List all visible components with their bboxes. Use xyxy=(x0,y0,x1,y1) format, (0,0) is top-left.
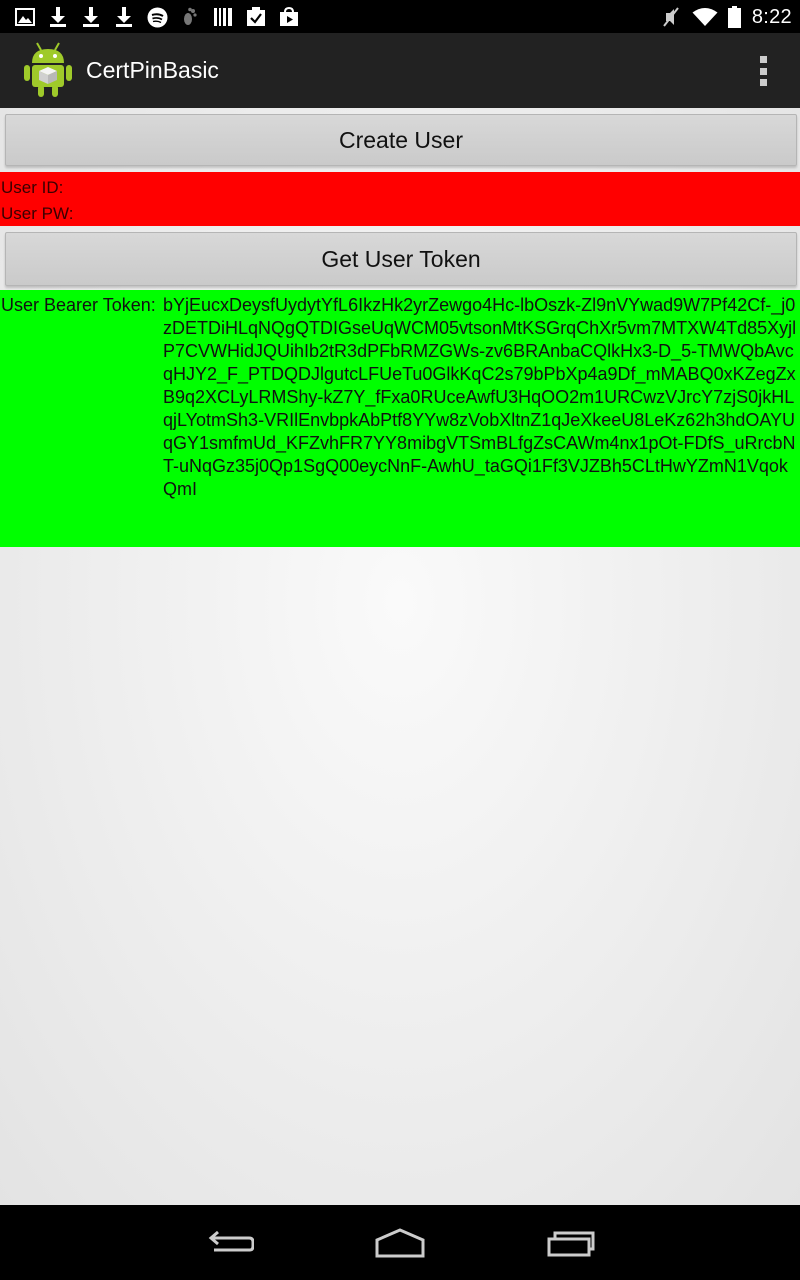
mute-icon xyxy=(660,6,682,28)
status-clock: 8:22 xyxy=(751,5,792,28)
wifi-icon xyxy=(692,6,718,28)
token-panel: User Bearer Token: bYjEucxDeysfUydytYfL6… xyxy=(0,290,800,547)
spotify-icon xyxy=(146,6,168,28)
clipboard-check-icon xyxy=(245,6,267,28)
token-value: bYjEucxDeysfUydytYfL6IkzHk2yrZewgo4Hc-lb… xyxy=(163,295,797,499)
download-icon xyxy=(113,6,135,28)
user-id-label: User ID: xyxy=(1,178,64,197)
token-label: User Bearer Token: xyxy=(1,295,156,315)
system-icons: 8:22 xyxy=(660,4,792,30)
app-title: CertPinBasic xyxy=(86,57,219,83)
footprint-icon xyxy=(179,6,201,28)
create-user-button[interactable]: Create User xyxy=(5,114,797,166)
barcode-icon xyxy=(212,6,234,28)
play-store-icon xyxy=(278,6,300,28)
download-icon xyxy=(47,6,69,28)
download-icon xyxy=(80,6,102,28)
user-credentials-panel: User ID: User PW: xyxy=(0,172,800,226)
navigation-bar xyxy=(0,1205,800,1280)
recents-icon[interactable] xyxy=(541,1225,601,1261)
android-icon[interactable] xyxy=(22,41,74,99)
gallery-icon xyxy=(14,6,36,28)
home-icon[interactable] xyxy=(370,1225,430,1261)
battery-icon xyxy=(728,6,742,28)
get-user-token-button[interactable]: Get User Token xyxy=(5,232,797,286)
user-pw-label: User PW: xyxy=(1,204,74,223)
back-icon[interactable] xyxy=(200,1225,260,1261)
overflow-menu-icon[interactable] xyxy=(756,53,770,89)
main-content: Create User User ID: User PW: Get User T… xyxy=(0,108,800,1205)
status-bar: 8:22 xyxy=(0,0,800,33)
notification-icons xyxy=(14,5,300,29)
action-bar: CertPinBasic xyxy=(0,33,800,110)
